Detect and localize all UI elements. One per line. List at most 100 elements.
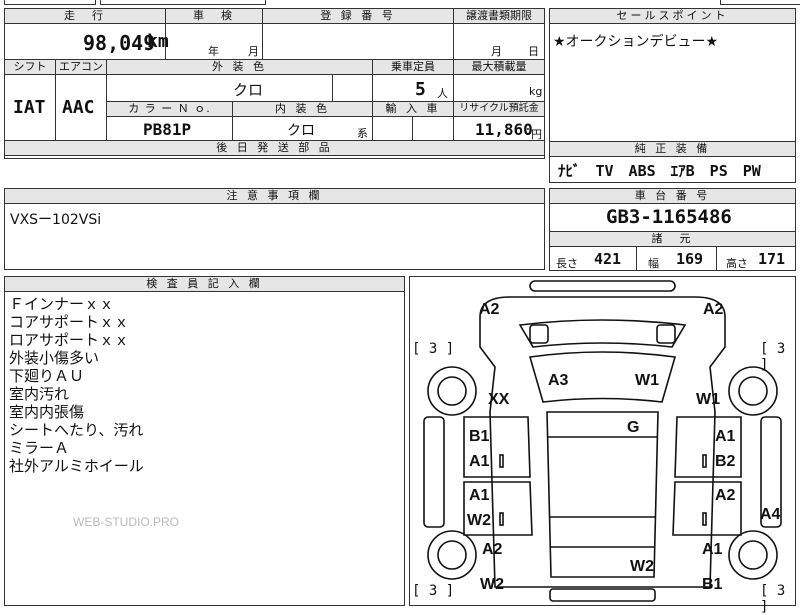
mark-w1-right: W1 bbox=[696, 391, 720, 408]
width-label: 幅 bbox=[648, 257, 659, 270]
inspection-month: 月 bbox=[248, 45, 259, 58]
spec-header: 諸 元 bbox=[550, 231, 795, 247]
notes-text: VXSー102VSi bbox=[10, 212, 102, 228]
recycle-header: リサイクル預託金 bbox=[454, 102, 544, 117]
memo-line: 下廻りＡＵ bbox=[9, 367, 85, 385]
width-value: 169 bbox=[676, 250, 704, 268]
memo-line: 社外アルミホイール bbox=[9, 457, 144, 475]
interior-color-header: 内 装 色 bbox=[233, 102, 373, 117]
import-cell-1 bbox=[373, 117, 413, 141]
capacity-header: 乗車定員 bbox=[373, 60, 454, 75]
mark-g: G bbox=[627, 419, 640, 436]
tire-mark-rr: [ 3 ] bbox=[760, 583, 786, 615]
equipment-text: ﾅﾋﾞ TV ABS ｴｱB PS PW bbox=[558, 162, 761, 180]
tire-mark-fr: [ 3 ] bbox=[760, 341, 786, 373]
top-strip-right bbox=[720, 0, 800, 5]
interior-color-value: クロ bbox=[287, 123, 315, 139]
color-no-value: PB81P bbox=[143, 120, 192, 139]
interior-suffix: 系 bbox=[357, 127, 368, 140]
length-value: 421 bbox=[594, 250, 622, 268]
notes-header: 注 意 事 項 欄 bbox=[5, 189, 544, 204]
exterior-color-cell-2 bbox=[333, 75, 373, 102]
later-parts-header: 後 日 発 送 部 品 bbox=[5, 141, 544, 156]
car-diagram bbox=[423, 280, 782, 602]
mark-a2-right-2: A2 bbox=[715, 487, 736, 504]
inspection-header: 車 検 bbox=[166, 9, 263, 24]
chassis-box: 車 台 番 号 GB3-1165486 諸 元 長さ 421 幅 169 高さ … bbox=[549, 188, 796, 271]
memo-line: 室内内張傷 bbox=[9, 403, 85, 421]
height-label: 高さ bbox=[726, 257, 748, 270]
mark-a3: A3 bbox=[548, 372, 569, 389]
tire-mark-rl: [ 3 ] bbox=[412, 583, 455, 599]
height-value: 171 bbox=[758, 250, 786, 268]
memo-line: 外装小傷多い bbox=[9, 349, 100, 367]
memo-line: ミラーＡ bbox=[9, 439, 70, 457]
chassis-value: GB3-1165486 bbox=[606, 206, 732, 228]
inspector-box: 検 査 員 記 入 欄 Ｆインナーｘｘ コアサポートｘｘ ロアサポートｘｘ 外装… bbox=[4, 276, 405, 606]
equipment-header: 純 正 装 備 bbox=[550, 142, 795, 157]
mark-w2-roof: W2 bbox=[630, 558, 654, 575]
mark-w1-hood: W1 bbox=[635, 372, 659, 389]
import-cell-2 bbox=[413, 117, 454, 141]
transfer-day: 日 bbox=[528, 45, 539, 58]
mark-a1-right-1: A1 bbox=[715, 428, 736, 445]
length-label: 長さ bbox=[556, 257, 578, 270]
mark-b1-left: B1 bbox=[469, 428, 490, 445]
notes-box: 注 意 事 項 欄 VXSー102VSi bbox=[4, 188, 545, 270]
top-strip-left bbox=[4, 0, 96, 5]
top-strip-mid bbox=[100, 0, 266, 5]
recycle-value: 11,860 bbox=[475, 120, 533, 139]
mark-w2-left: W2 bbox=[467, 512, 491, 529]
mark-a4: A4 bbox=[760, 506, 781, 523]
shift-value: IAT bbox=[13, 97, 46, 118]
transfer-month: 月 bbox=[491, 45, 502, 58]
registration-header: 登 録 番 号 bbox=[263, 9, 454, 24]
shift-header: シフト bbox=[5, 60, 56, 75]
main-info-table: 走 行 車 検 登 録 番 号 譲渡書類期限 98,049 km 年 月 月 日… bbox=[4, 8, 545, 159]
memo-line: 室内汚れ bbox=[9, 385, 70, 403]
import-header: 輸 入 車 bbox=[373, 102, 454, 117]
mark-b1-right-4: B1 bbox=[702, 576, 723, 593]
chassis-header: 車 台 番 号 bbox=[550, 189, 795, 204]
inspection-year: 年 bbox=[208, 45, 219, 58]
spec-divider-1 bbox=[636, 246, 637, 271]
aircon-header: エアコン bbox=[56, 60, 107, 75]
mark-a2-left-3: A2 bbox=[482, 541, 503, 558]
equipment-box: 純 正 装 備 ﾅﾋﾞ TV ABS ｴｱB PS PW bbox=[549, 141, 796, 183]
exterior-color-cell bbox=[107, 75, 333, 102]
mark-a2-front-left: A2 bbox=[479, 301, 500, 318]
memo-line: コアサポートｘｘ bbox=[9, 313, 130, 331]
transfer-header: 譲渡書類期限 bbox=[454, 9, 544, 24]
memo-line: ロアサポートｘｘ bbox=[9, 331, 130, 349]
memo-line: シートへたり、汚れ bbox=[9, 421, 144, 439]
exterior-color-value: クロ bbox=[233, 81, 264, 99]
sales-point-box: セールスポイント ★オークションデビュー★ bbox=[549, 8, 796, 142]
memo-line: Ｆインナーｘｘ bbox=[9, 295, 115, 313]
mark-w2-left-4: W2 bbox=[480, 576, 504, 593]
capacity-unit: 人 bbox=[437, 87, 448, 100]
sales-point-header: セールスポイント bbox=[550, 9, 795, 24]
sales-point-text: ★オークションデビュー★ bbox=[553, 34, 719, 50]
watermark: WEB-STUDIO.PRO bbox=[73, 515, 180, 529]
color-no-header: カ ラ ー Ｎ ｏ. bbox=[107, 102, 233, 117]
aircon-value: AAC bbox=[62, 97, 95, 118]
mark-a2-front-right: A2 bbox=[703, 301, 724, 318]
tire-mark-fl: [ 3 ] bbox=[412, 341, 455, 357]
mileage-header: 走 行 bbox=[5, 9, 166, 24]
inspector-header: 検 査 員 記 入 欄 bbox=[5, 277, 404, 292]
max-load-header: 最大積載量 bbox=[454, 60, 544, 75]
mark-a1-left-2: A1 bbox=[469, 487, 490, 504]
capacity-value: 5 bbox=[415, 79, 426, 100]
mark-xx: XX bbox=[488, 391, 510, 408]
recycle-unit: 円 bbox=[531, 128, 542, 141]
inspector-lines: Ｆインナーｘｘ コアサポートｘｘ ロアサポートｘｘ 外装小傷多い 下廻りＡＵ 室… bbox=[9, 295, 144, 475]
exterior-color-header: 外 装 色 bbox=[107, 60, 373, 75]
mileage-value: 98,049 bbox=[83, 31, 156, 55]
car-diagram-box: [ 3 ] [ 3 ] [ 3 ] [ 3 ] A2 A2 A3 W1 XX W… bbox=[409, 276, 796, 615]
mark-a1-right-3: A1 bbox=[702, 541, 723, 558]
spec-divider-2 bbox=[716, 246, 717, 271]
mark-a1-left-1: A1 bbox=[469, 453, 490, 470]
mark-b2-right: B2 bbox=[715, 453, 736, 470]
registration-cell bbox=[263, 24, 454, 60]
max-load-unit: kg bbox=[529, 85, 543, 98]
